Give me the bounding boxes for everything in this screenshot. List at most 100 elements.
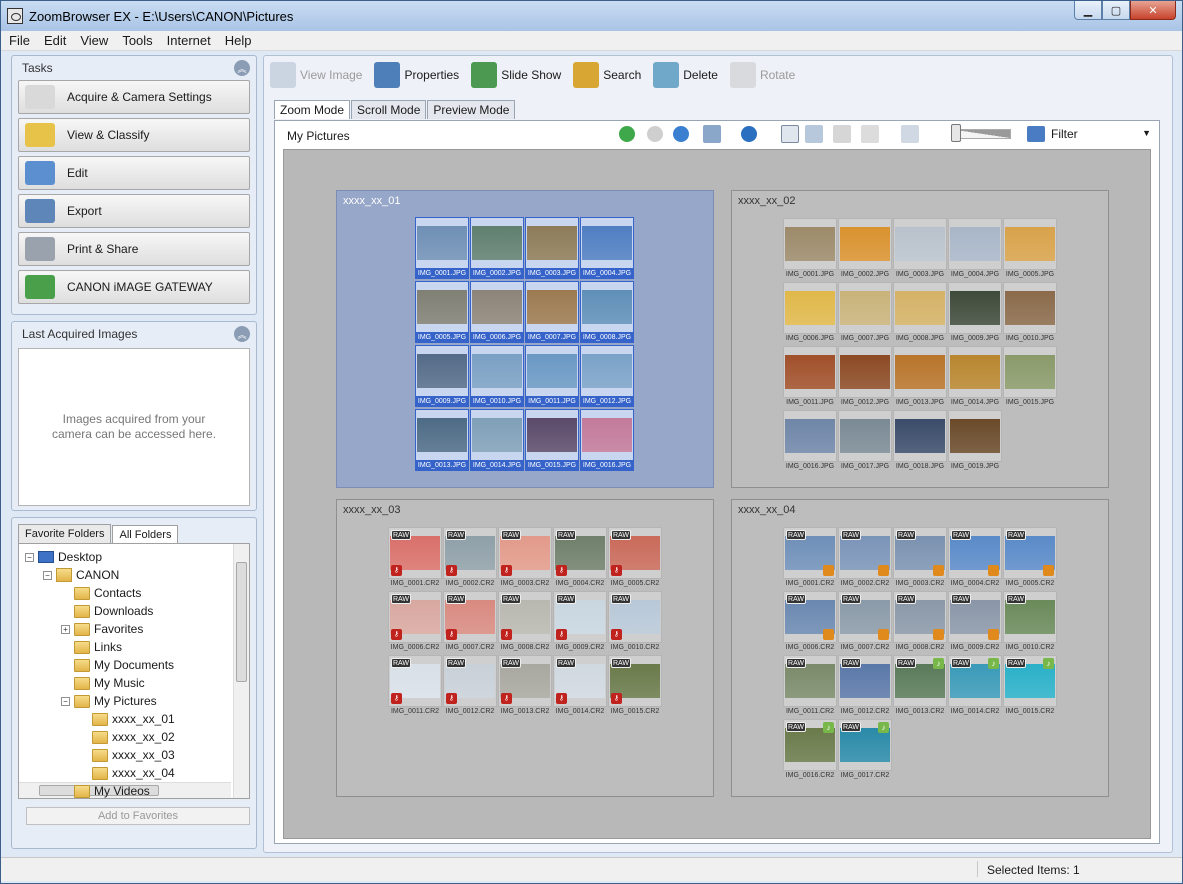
back-icon[interactable] bbox=[619, 126, 635, 142]
pointer-tool-icon[interactable] bbox=[781, 125, 799, 143]
collapse-icon[interactable]: − bbox=[43, 570, 52, 580]
tab-preview-mode[interactable]: Preview Mode bbox=[427, 100, 516, 119]
thumbnail[interactable]: RAW IMG_0006.CR2 bbox=[783, 591, 837, 653]
menu-internet[interactable]: Internet bbox=[167, 33, 211, 48]
thumbnail[interactable]: RAW ⚷ IMG_0012.CR2 bbox=[443, 655, 497, 717]
thumbnail[interactable]: RAW IMG_0002.CR2 bbox=[838, 527, 892, 589]
thumbnail[interactable]: RAW ⚷ IMG_0007.CR2 bbox=[443, 591, 497, 653]
task-button[interactable]: Print & Share bbox=[18, 232, 250, 266]
tree-item[interactable]: xxxx_xx_03 bbox=[79, 746, 175, 764]
tree-item[interactable]: Downloads bbox=[61, 602, 153, 620]
thumbnail[interactable]: RAW ⚷ IMG_0015.CR2 bbox=[608, 655, 662, 717]
info-icon[interactable] bbox=[741, 126, 757, 142]
thumbnail[interactable]: IMG_0014.JPG bbox=[948, 346, 1002, 408]
tree-item[interactable]: xxxx_xx_04 bbox=[79, 764, 175, 782]
thumbnail[interactable]: RAW IMG_0007.CR2 bbox=[838, 591, 892, 653]
hand-tool-icon[interactable] bbox=[861, 125, 879, 143]
zoom-out-icon[interactable] bbox=[833, 125, 851, 143]
thumbnail[interactable]: IMG_0002.JPG bbox=[838, 218, 892, 280]
menu-tools[interactable]: Tools bbox=[122, 33, 152, 48]
tab-zoom-mode[interactable]: Zoom Mode bbox=[274, 100, 351, 119]
thumbnail[interactable]: IMG_0009.JPG bbox=[415, 345, 469, 407]
thumbnail[interactable]: IMG_0017.JPG bbox=[838, 410, 892, 472]
collapse-icon[interactable]: − bbox=[61, 696, 70, 706]
tree-item[interactable]: Links bbox=[61, 638, 122, 656]
thumbnail[interactable]: IMG_0014.JPG bbox=[470, 409, 524, 471]
thumbnail[interactable]: RAW IMG_0009.CR2 bbox=[948, 591, 1002, 653]
thumbnail[interactable]: IMG_0010.JPG bbox=[470, 345, 524, 407]
thumbnail[interactable]: IMG_0001.JPG bbox=[415, 217, 469, 279]
thumbnail[interactable]: RAW IMG_0004.CR2 bbox=[948, 527, 1002, 589]
image-group[interactable]: xxxx_xx_02 IMG_0001.JPG IMG_0002.JPG IMG_00… bbox=[731, 190, 1109, 488]
thumbnail[interactable]: RAW ♪ IMG_0016.CR2 bbox=[783, 719, 837, 781]
thumbnail[interactable]: IMG_0010.JPG bbox=[1003, 282, 1057, 344]
select-menu-icon[interactable] bbox=[703, 125, 721, 143]
add-to-favorites-button[interactable]: Add to Favorites bbox=[26, 807, 250, 825]
thumbnail-size-slider[interactable] bbox=[955, 129, 1011, 139]
thumbnail[interactable]: RAW IMG_0003.CR2 bbox=[893, 527, 947, 589]
chevron-down-icon[interactable]: ▼ bbox=[1142, 128, 1151, 138]
menu-file[interactable]: File bbox=[9, 33, 30, 48]
delete-button[interactable]: Delete bbox=[653, 62, 718, 88]
thumbnail[interactable]: RAW IMG_0011.CR2 bbox=[783, 655, 837, 717]
thumbnail[interactable]: RAW ⚷ IMG_0004.CR2 bbox=[553, 527, 607, 589]
task-button[interactable]: View & Classify bbox=[18, 118, 250, 152]
tab-favorite-folders[interactable]: Favorite Folders bbox=[18, 524, 112, 543]
menu-edit[interactable]: Edit bbox=[44, 33, 66, 48]
image-group[interactable]: xxxx_xx_01 IMG_0001.JPG IMG_0002.JPG IMG_00… bbox=[336, 190, 714, 488]
thumbnail[interactable]: RAW ⚷ IMG_0001.CR2 bbox=[388, 527, 442, 589]
thumbnail[interactable]: RAW ⚷ IMG_0013.CR2 bbox=[498, 655, 552, 717]
thumbnail[interactable]: IMG_0009.JPG bbox=[948, 282, 1002, 344]
thumbnail[interactable]: RAW ⚷ IMG_0009.CR2 bbox=[553, 591, 607, 653]
thumbnail[interactable]: IMG_0005.JPG bbox=[1003, 218, 1057, 280]
thumbnail[interactable]: IMG_0015.JPG bbox=[525, 409, 579, 471]
task-button[interactable]: Export bbox=[18, 194, 250, 228]
thumbnail[interactable]: IMG_0008.JPG bbox=[893, 282, 947, 344]
thumbnail[interactable]: RAW ⚷ IMG_0011.CR2 bbox=[388, 655, 442, 717]
thumbnail[interactable]: RAW ♪ IMG_0015.CR2 bbox=[1003, 655, 1057, 717]
up-folder-icon[interactable] bbox=[673, 126, 689, 142]
minimize-button[interactable]: ▁ bbox=[1074, 1, 1102, 20]
task-button[interactable]: Acquire & Camera Settings bbox=[18, 80, 250, 114]
thumbnail[interactable]: IMG_0013.JPG bbox=[415, 409, 469, 471]
collapse-icon[interactable]: ︽ bbox=[234, 326, 250, 342]
thumbnail-canvas[interactable]: xxxx_xx_01 IMG_0001.JPG IMG_0002.JPG IMG_00… bbox=[283, 149, 1151, 839]
thumbnail[interactable]: IMG_0003.JPG bbox=[525, 217, 579, 279]
thumbnail[interactable]: RAW IMG_0010.CR2 bbox=[1003, 591, 1057, 653]
tree-item[interactable]: My Videos bbox=[61, 782, 150, 798]
thumbnail[interactable]: RAW ⚷ IMG_0002.CR2 bbox=[443, 527, 497, 589]
thumbnail[interactable]: IMG_0011.JPG bbox=[525, 345, 579, 407]
thumbnail[interactable]: IMG_0018.JPG bbox=[893, 410, 947, 472]
thumbnail[interactable]: IMG_0006.JPG bbox=[783, 282, 837, 344]
menu-help[interactable]: Help bbox=[225, 33, 252, 48]
expand-icon[interactable]: + bbox=[61, 624, 70, 634]
image-group[interactable]: xxxx_xx_03 RAW ⚷ IMG_0001.CR2 RAW ⚷ IMG_0002.C… bbox=[336, 499, 714, 797]
thumbnail[interactable]: IMG_0015.JPG bbox=[1003, 346, 1057, 408]
thumbnail[interactable]: IMG_0004.JPG bbox=[948, 218, 1002, 280]
app-camera-icon[interactable] bbox=[7, 8, 23, 24]
thumbnail[interactable]: RAW ⚷ IMG_0003.CR2 bbox=[498, 527, 552, 589]
thumbnail[interactable]: RAW IMG_0001.CR2 bbox=[783, 527, 837, 589]
thumbnail[interactable]: RAW ♪ IMG_0013.CR2 bbox=[893, 655, 947, 717]
thumbnail[interactable]: RAW ⚷ IMG_0010.CR2 bbox=[608, 591, 662, 653]
thumbnail[interactable]: RAW IMG_0005.CR2 bbox=[1003, 527, 1057, 589]
maximize-button[interactable]: ▢ bbox=[1102, 1, 1130, 20]
tree-item[interactable]: Contacts bbox=[61, 584, 141, 602]
collapse-icon[interactable]: − bbox=[25, 552, 34, 562]
thumbnail[interactable]: RAW IMG_0012.CR2 bbox=[838, 655, 892, 717]
task-button[interactable]: Edit bbox=[18, 156, 250, 190]
thumbnail[interactable]: IMG_0012.JPG bbox=[580, 345, 634, 407]
thumbnail[interactable]: IMG_0008.JPG bbox=[580, 281, 634, 343]
thumbnail[interactable]: RAW IMG_0008.CR2 bbox=[893, 591, 947, 653]
scroll-thumb[interactable] bbox=[236, 562, 247, 682]
thumbnail[interactable]: IMG_0006.JPG bbox=[470, 281, 524, 343]
thumbnail[interactable]: IMG_0001.JPG bbox=[783, 218, 837, 280]
thumbnail[interactable]: IMG_0002.JPG bbox=[470, 217, 524, 279]
folder-tree[interactable]: − Desktop − CANON Contacts Downloads + Favorite… bbox=[18, 543, 250, 799]
search-button[interactable]: Search bbox=[573, 62, 641, 88]
thumbnail[interactable]: IMG_0016.JPG bbox=[580, 409, 634, 471]
view-image-button[interactable]: View Image bbox=[270, 62, 362, 88]
tree-item[interactable]: − CANON bbox=[43, 566, 119, 584]
thumbnail[interactable]: IMG_0005.JPG bbox=[415, 281, 469, 343]
forward-icon[interactable] bbox=[647, 126, 663, 142]
